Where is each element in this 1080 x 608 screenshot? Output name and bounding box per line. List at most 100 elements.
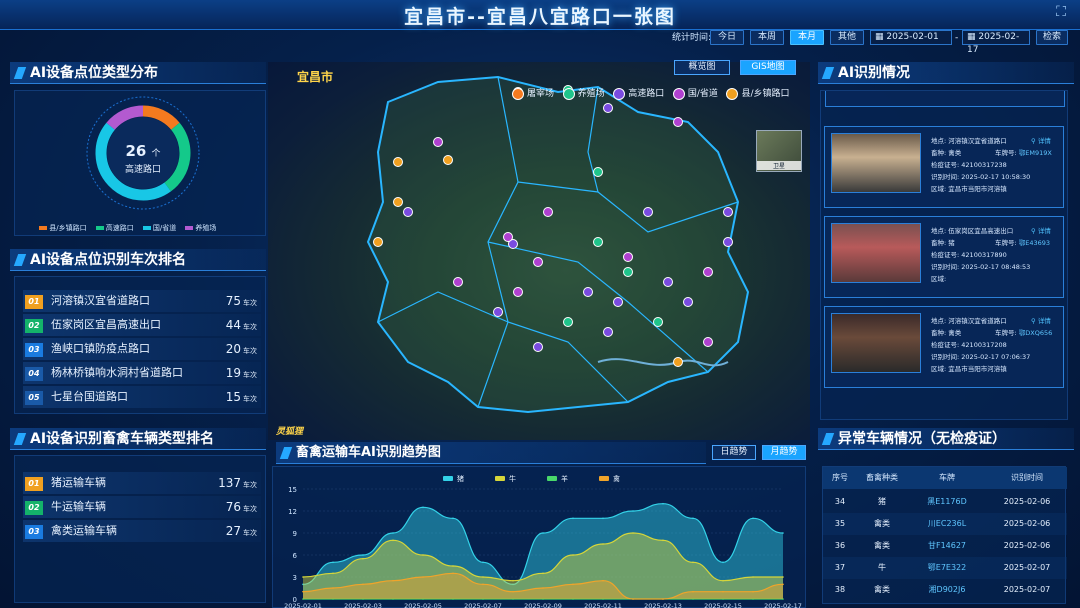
end-date-input[interactable]: ▦ 2025-02-17 <box>962 30 1030 55</box>
map-marker[interactable] <box>533 257 543 267</box>
map-marker[interactable] <box>703 267 713 277</box>
tab-month-trend[interactable]: 月趋势 <box>762 445 806 460</box>
map-marker[interactable] <box>683 297 693 307</box>
map-marker[interactable] <box>433 137 443 147</box>
vehicle-snapshot[interactable] <box>831 313 921 373</box>
rank-count: 137 <box>218 476 241 490</box>
donut-center-unit: 个 <box>151 149 161 159</box>
map-marker[interactable] <box>623 252 633 262</box>
table-row[interactable]: 37 牛 鄂E7E322 2025-02-07 <box>823 557 1067 579</box>
gis-map[interactable]: 卫星 <box>268 62 810 440</box>
filter-today-button[interactable]: 今日 <box>710 30 744 45</box>
map-marker[interactable] <box>613 297 623 307</box>
rank-count-group: 27 车次 <box>226 520 257 544</box>
legend-label: 养殖场 <box>195 224 217 232</box>
data-point <box>452 565 454 567</box>
tab-overview[interactable]: 概览图 <box>674 60 730 75</box>
table-row[interactable]: 38 禽类 湘D902J6 2025-02-07 <box>823 579 1067 601</box>
detail-link[interactable]: ⚲ 详情 <box>1031 135 1051 145</box>
filter-other-button[interactable]: 其他 <box>830 30 864 45</box>
data-point <box>572 554 574 556</box>
map-marker[interactable] <box>453 277 463 287</box>
rank-count: 44 <box>225 318 241 332</box>
filter-week-button[interactable]: 本周 <box>750 30 784 45</box>
rank-point-row[interactable]: 03 渔峡口镇防疫点路口 20 车次 <box>23 338 261 360</box>
rank-point-row[interactable]: 02 伍家岗区宜昌高速出口 44 车次 <box>23 314 261 336</box>
map-marker[interactable] <box>493 307 503 317</box>
vehicle-snapshot[interactable] <box>831 133 921 193</box>
map-marker[interactable] <box>563 317 573 327</box>
card-field-label: 检疫证号: <box>931 341 960 349</box>
data-point <box>392 579 394 582</box>
map-marker[interactable] <box>723 237 733 247</box>
rank-type-row[interactable]: 01 猪运输车辆 137 车次 <box>23 472 261 494</box>
rank-point-row[interactable]: 01 河溶镇汉宜省道路口 75 车次 <box>23 290 261 312</box>
map-marker[interactable] <box>583 287 593 297</box>
tab-gis[interactable]: GIS地图 <box>740 60 796 75</box>
map-marker[interactable] <box>723 207 733 217</box>
card-field: 地点: 河溶镇汉宜省道路口 <box>931 135 1007 145</box>
search-button[interactable]: 检索 <box>1036 30 1068 45</box>
map-marker[interactable] <box>543 207 553 217</box>
donut-center-value: 26 <box>125 142 147 160</box>
detail-link[interactable]: ⚲ 详情 <box>1031 315 1051 325</box>
map-marker[interactable] <box>533 342 543 352</box>
rank-type-name: 禽类运输车辆 <box>51 524 117 537</box>
detail-link[interactable]: ⚲ 详情 <box>1031 225 1051 235</box>
ai-recog-title: AI识别情况 <box>818 62 1074 84</box>
start-date-input[interactable]: ▦ 2025-02-01 <box>870 30 952 45</box>
map-marker[interactable] <box>663 277 673 287</box>
tab-day-trend[interactable]: 日趋势 <box>712 445 756 460</box>
page-title: 宜昌市--宜昌八宜路口一张图 <box>404 6 676 28</box>
map-marker[interactable] <box>593 237 603 247</box>
map-marker[interactable] <box>373 237 383 247</box>
map-marker[interactable] <box>643 207 653 217</box>
card-partial <box>825 91 1065 107</box>
map-marker[interactable] <box>703 337 713 347</box>
data-point <box>422 576 424 578</box>
vehicle-snapshot[interactable] <box>831 223 921 283</box>
map-marker[interactable] <box>393 157 403 167</box>
calendar-icon: ▦ <box>875 32 887 42</box>
rank-point-row[interactable]: 04 杨林桥镇响水洞村省道路口 19 车次 <box>23 362 261 384</box>
x-tick-label: 2025-02-11 <box>584 602 622 608</box>
table-row[interactable]: 35 禽类 川EC236L 2025-02-06 <box>823 513 1067 535</box>
map-canvas[interactable] <box>268 62 810 440</box>
card-field: 区域: 宜昌市当阳市河溶镇 <box>931 363 1007 373</box>
map-marker[interactable] <box>673 357 683 367</box>
satellite-toggle[interactable]: 卫星 <box>756 130 802 172</box>
card-field-value: 河溶镇汉宜省道路口 <box>948 137 1007 145</box>
map-marker[interactable] <box>593 167 603 177</box>
map-marker[interactable] <box>513 287 523 297</box>
recog-card[interactable]: 地点: 河溶镇汉宜省道路口 畜种: 禽类 检疫证号: 42100317208 识别时间… <box>824 306 1064 388</box>
fullscreen-icon[interactable]: ⛶ <box>1052 4 1070 22</box>
rank-count-group: 20 车次 <box>226 338 257 362</box>
map-marker[interactable] <box>623 267 633 277</box>
map-marker[interactable] <box>393 197 403 207</box>
header-plate: 车牌 <box>939 473 955 482</box>
map-marker[interactable] <box>603 103 613 113</box>
map-marker[interactable] <box>503 232 513 242</box>
data-point <box>332 561 334 564</box>
rank-type-row[interactable]: 02 牛运输车辆 76 车次 <box>23 496 261 518</box>
data-point <box>422 554 424 556</box>
data-point <box>422 506 424 509</box>
cell-plate: 川EC236L <box>927 519 967 528</box>
map-marker[interactable] <box>603 327 613 337</box>
rank-point-row[interactable]: 05 七星台国道路口 15 车次 <box>23 386 261 408</box>
data-point <box>572 517 574 520</box>
table-row[interactable]: 36 禽类 甘F14627 2025-02-06 <box>823 535 1067 557</box>
filter-month-button[interactable]: 本月 <box>790 30 824 45</box>
map-marker[interactable] <box>403 207 413 217</box>
map-marker[interactable] <box>673 117 683 127</box>
table-row[interactable]: 34 猪 黑E1176D 2025-02-06 <box>823 491 1067 513</box>
header-time: 识别时间 <box>1011 473 1043 482</box>
map-marker[interactable] <box>443 155 453 165</box>
data-point <box>362 557 364 560</box>
rank-type-row[interactable]: 03 禽类运输车辆 27 车次 <box>23 520 261 542</box>
recog-card[interactable]: 地点: 河溶镇汉宜省道路口 畜种: 禽类 检疫证号: 42100317238 识别时间… <box>824 126 1064 208</box>
recog-card[interactable]: 地点: 伍家岗区宜昌高速出口 畜种: 猪检疫证号: 42100317890 识别时间… <box>824 216 1064 298</box>
rank-count: 75 <box>225 294 241 308</box>
rank-number: 05 <box>25 391 43 405</box>
map-marker[interactable] <box>653 317 663 327</box>
